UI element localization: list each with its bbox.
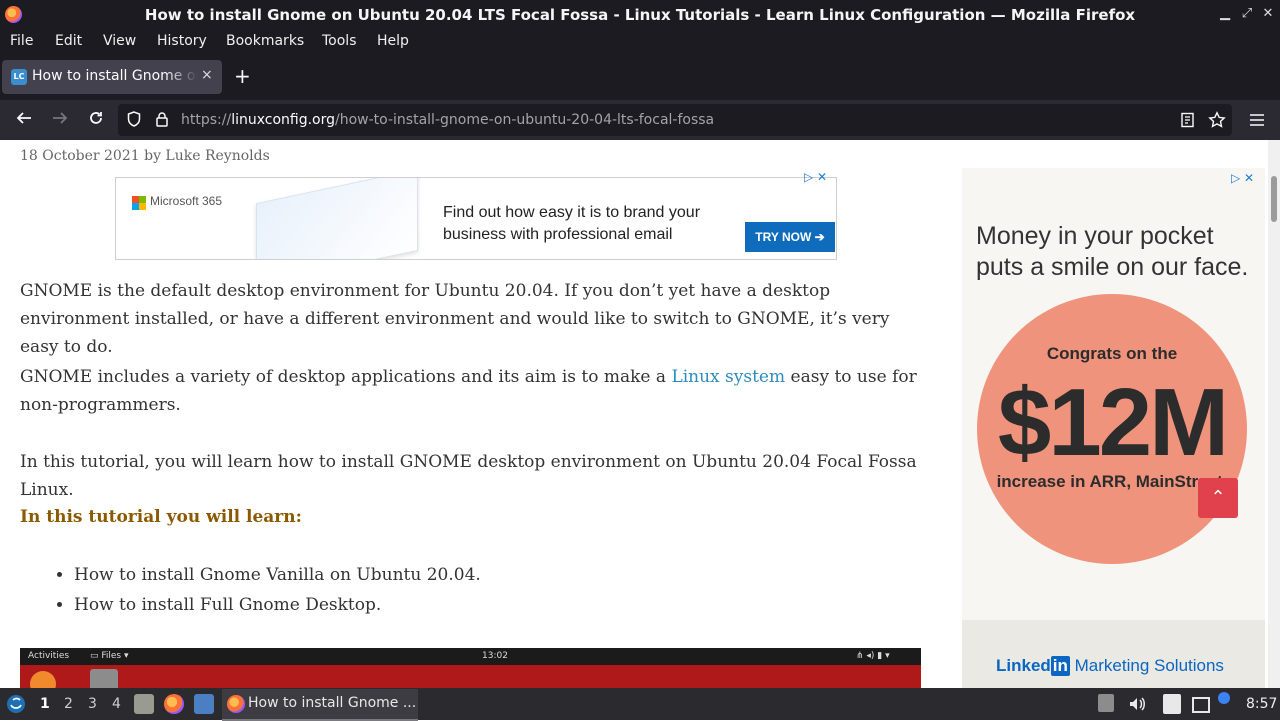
maximize-window-button[interactable]: ⤢ — [1237, 4, 1257, 24]
screenshot-files-label: Files ▾ — [101, 651, 129, 661]
lock-icon[interactable] — [154, 111, 170, 127]
page-content: 18 October 2021 by Luke Reynolds Microso… — [0, 140, 1268, 688]
menu-view[interactable]: View — [103, 33, 136, 49]
minimize-window-button[interactable]: ▁ — [1215, 4, 1235, 24]
learn-heading: In this tutorial you will learn: — [20, 507, 302, 527]
taskbar-clock[interactable]: 8:57 — [1246, 696, 1277, 712]
tab-label: How to install Gnome on Ubuntu 20.04 LTS… — [32, 68, 198, 84]
firefox-launcher-icon[interactable] — [164, 694, 184, 714]
file-manager-launcher-icon[interactable] — [134, 694, 154, 714]
menu-edit[interactable]: Edit — [55, 33, 82, 49]
list-item: How to install Gnome Vanilla on Ubuntu 2… — [74, 560, 481, 590]
list-item: How to install Full Gnome Desktop. — [74, 590, 481, 620]
reader-view-icon[interactable] — [1180, 112, 1196, 128]
article-screenshot[interactable]: Activities ▭ Files ▾ 13:02 ⋔ ◂) ▮ ▾ — [20, 648, 921, 688]
ad-product-image — [256, 178, 418, 259]
tab-strip: LC How to install Gnome on Ubuntu 20.04 … — [0, 54, 1280, 100]
back-to-top-button[interactable]: ⌃ — [1198, 478, 1238, 518]
workspace-1[interactable]: 1 — [40, 696, 50, 712]
workspace-4[interactable]: 4 — [112, 696, 121, 712]
linkedin-marketing-logo: Linked in Marketing Solutions — [996, 656, 1224, 676]
navigation-toolbar: https://linuxconfig.org/how-to-install-g… — [0, 100, 1280, 140]
url-path: /how-to-install-gnome-on-ubuntu-20-04-lt… — [335, 112, 715, 128]
lxqt-start-menu-icon[interactable] — [5, 693, 27, 715]
hamburger-menu-icon[interactable] — [1248, 111, 1266, 129]
screenshot-tray-icons: ⋔ ◂) ▮ ▾ — [856, 651, 890, 661]
url-host: linuxconfig.org — [231, 112, 336, 128]
menu-file[interactable]: File — [10, 33, 33, 49]
tab-close-button[interactable]: × — [201, 67, 213, 83]
linkedin-in-icon: in — [1050, 656, 1070, 676]
taskbar-window-label: How to install Gnome ... — [248, 695, 417, 711]
close-window-button[interactable]: ✕ — [1258, 4, 1278, 24]
folder-icon: ▭ — [90, 651, 102, 661]
p2-before: GNOME includes a variety of desktop appl… — [20, 367, 672, 387]
screenshot-activities: Activities — [28, 651, 70, 661]
ad-sidebar-footer — [962, 620, 1265, 688]
linkedin-sidebar-ad[interactable]: Money in your pocket puts a smile on our… — [962, 168, 1265, 688]
ad-sidebar-headline: Money in your pocket puts a smile on our… — [976, 222, 1249, 281]
microsoft-logo-icon — [132, 196, 146, 210]
adchoices-icon[interactable]: ▷ ✕ — [1231, 171, 1254, 185]
reload-button[interactable] — [85, 109, 107, 131]
linkedin-wordmark: Linked — [996, 656, 1051, 675]
taskbar: 1 2 3 4 How to install Gnome ... 8:57 — [0, 688, 1280, 721]
ad-brand: Microsoft 365 — [150, 194, 223, 208]
taskbar-firefox-window[interactable]: How to install Gnome ... — [222, 689, 418, 721]
article-byline: 18 October 2021 by Luke Reynolds — [20, 148, 270, 164]
screenshot-files-menu: ▭ Files ▾ — [90, 651, 129, 661]
learn-list: How to install Gnome Vanilla on Ubuntu 2… — [56, 560, 481, 620]
intro-paragraph: GNOME is the default desktop environment… — [20, 281, 890, 357]
menu-bookmarks[interactable]: Bookmarks — [226, 33, 304, 49]
back-button[interactable] — [13, 109, 35, 131]
tracking-protection-shield-icon[interactable] — [127, 111, 141, 127]
workspace-3[interactable]: 3 — [88, 696, 97, 712]
clipboard-tray-icon[interactable] — [1098, 694, 1114, 712]
display-tray-icon[interactable] — [1192, 697, 1210, 713]
screenshot-app-icon — [30, 671, 56, 688]
new-tab-button[interactable]: + — [234, 66, 251, 86]
scrollbar-thumb[interactable] — [1271, 176, 1277, 222]
linux-system-link[interactable]: Linux system — [671, 367, 785, 387]
ad-headline: Find out how easy it is to brand your bu… — [443, 204, 701, 243]
url-bar[interactable]: https://linuxconfig.org/how-to-install-g… — [118, 104, 1232, 136]
update-notification-icon[interactable] — [1218, 692, 1230, 704]
ad-sidebar-amount: $12M — [997, 369, 1229, 476]
window-titlebar: How to install Gnome on Ubuntu 20.04 LTS… — [0, 0, 1280, 30]
arrow-left-icon — [16, 112, 31, 124]
volume-icon[interactable] — [1127, 694, 1147, 714]
site-favicon-icon: LC — [11, 69, 27, 85]
screenshot-gnome-topbar: Activities ▭ Files ▾ 13:02 ⋔ ◂) ▮ ▾ — [20, 648, 921, 665]
page-scrollbar[interactable] — [1268, 140, 1280, 688]
menu-help[interactable]: Help — [377, 33, 409, 49]
screenshot-clock: 13:02 — [482, 651, 508, 661]
ad-try-now-button[interactable]: TRY NOW ➔ — [745, 222, 835, 252]
menu-tools[interactable]: Tools — [322, 33, 357, 49]
firefox-icon — [227, 695, 245, 713]
linkedin-tagline: Marketing Solutions — [1069, 656, 1224, 675]
tab-active[interactable]: LC How to install Gnome on Ubuntu 20.04 … — [2, 60, 222, 94]
third-paragraph: In this tutorial, you will learn how to … — [20, 452, 917, 500]
url-scheme: https:// — [181, 112, 232, 128]
screenshot-desktop — [20, 665, 921, 688]
menu-history[interactable]: History — [157, 33, 207, 49]
adchoices-icon[interactable]: ▷ ✕ — [804, 170, 827, 184]
url-text[interactable]: https://linuxconfig.org/how-to-install-g… — [181, 112, 714, 128]
show-desktop-icon[interactable] — [194, 694, 214, 714]
window-title: How to install Gnome on Ubuntu 20.04 LTS… — [144, 6, 1136, 24]
screenshot-app-icon — [90, 669, 118, 688]
ad-sidebar-congrats: Congrats on the — [1046, 344, 1178, 363]
workspace-2[interactable]: 2 — [64, 696, 73, 712]
bookmark-star-icon[interactable] — [1208, 111, 1226, 129]
menu-bar: File Edit View History Bookmarks Tools H… — [0, 30, 1280, 54]
arrow-right-icon — [53, 112, 68, 124]
forward-button[interactable] — [49, 109, 71, 131]
microsoft-banner-ad[interactable]: Microsoft 365 Find out how easy it is to… — [115, 177, 837, 260]
reload-icon — [90, 112, 102, 124]
notes-tray-icon[interactable] — [1163, 694, 1181, 714]
second-paragraph: GNOME includes a variety of desktop appl… — [20, 363, 920, 419]
